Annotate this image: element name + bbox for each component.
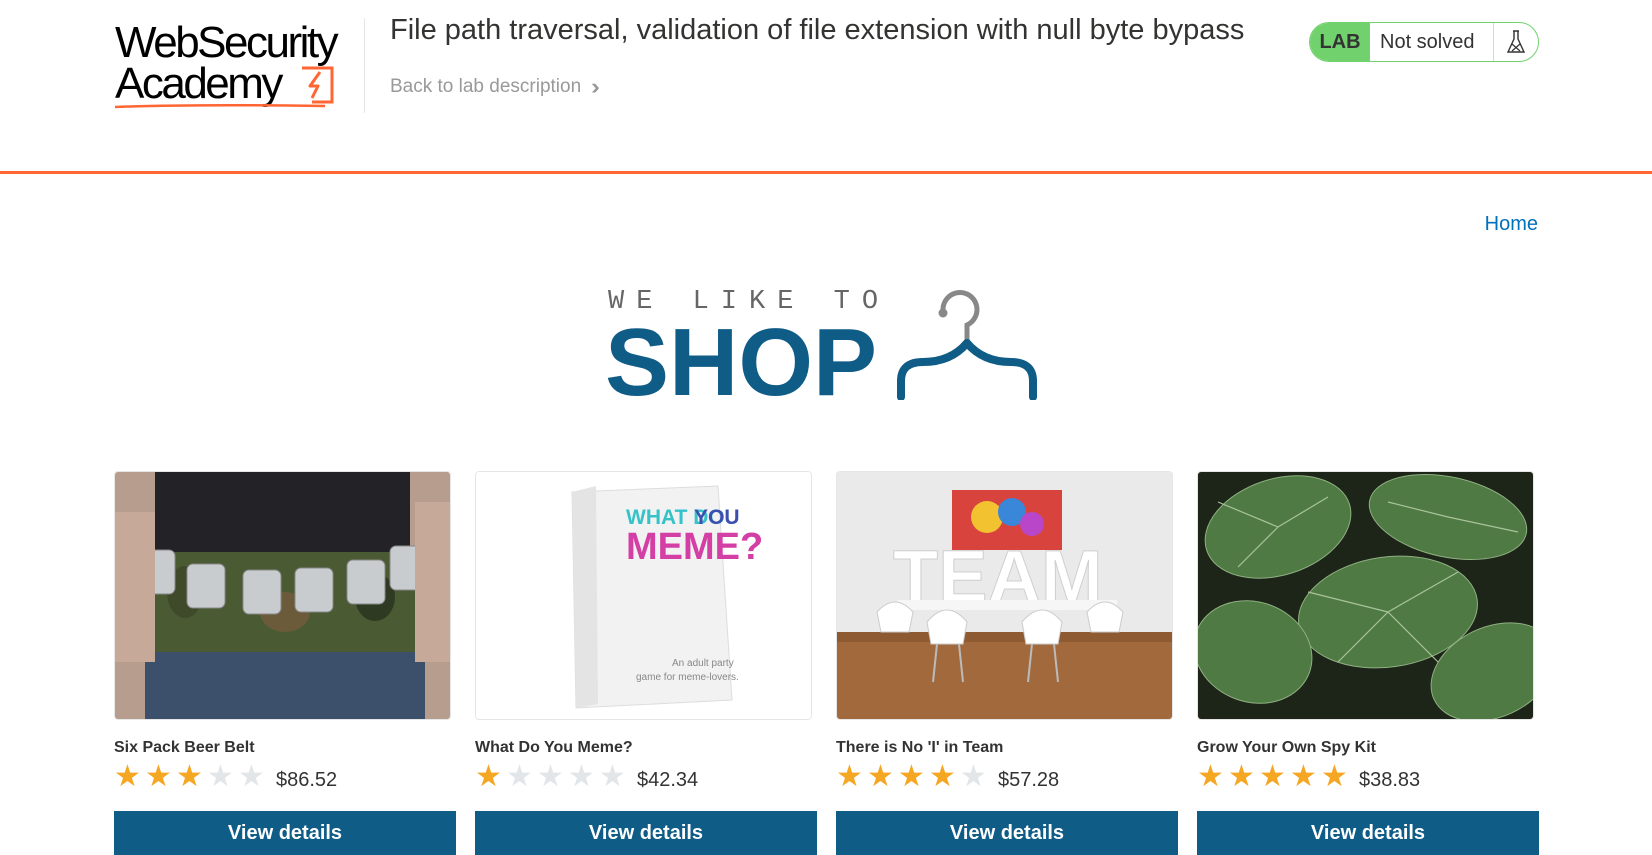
star-empty-icon: ★ <box>207 760 234 793</box>
star-filled-icon: ★ <box>1321 760 1348 793</box>
product-price: $38.83 <box>1359 768 1421 791</box>
star-filled-icon: ★ <box>145 760 172 793</box>
logo-text-line2: Academy <box>115 59 283 108</box>
view-details-button[interactable]: View details <box>114 811 456 855</box>
star-empty-icon: ★ <box>238 760 265 793</box>
flask-icon[interactable] <box>1494 23 1538 61</box>
product-image-meme-game[interactable]: WHAT DO YOU MEME? An adult party game fo… <box>475 471 812 720</box>
view-details-button[interactable]: View details <box>1197 811 1539 855</box>
star-filled-icon: ★ <box>898 760 925 793</box>
star-empty-icon: ★ <box>506 760 533 793</box>
star-empty-icon: ★ <box>537 760 564 793</box>
star-empty-icon: ★ <box>960 760 987 793</box>
lab-title: File path traversal, validation of file … <box>390 14 1245 46</box>
product-image-spy-kit-leaves[interactable] <box>1197 471 1534 720</box>
star-filled-icon: ★ <box>114 760 141 793</box>
meme-box-caption1: An adult party <box>672 658 734 669</box>
product-name[interactable]: What Do You Meme? <box>475 739 633 757</box>
lab-header: WebSecurity Academy File path traversal,… <box>0 0 1652 174</box>
product-rating: ★ ★ ★ ★ ★ $57.28 <box>836 762 1059 792</box>
double-chevron-right-icon: ›› <box>591 74 599 99</box>
logo-underline-icon <box>115 103 326 109</box>
product-rating: ★ ★ ★ ★ ★ $42.34 <box>475 762 698 792</box>
star-filled-icon: ★ <box>836 760 863 793</box>
meme-box-line2: MEME? <box>626 526 763 568</box>
web-security-academy-logo[interactable]: WebSecurity Academy <box>115 18 365 113</box>
view-details-button[interactable]: View details <box>475 811 817 855</box>
lab-badge: LAB <box>1310 23 1370 61</box>
star-filled-icon: ★ <box>176 760 203 793</box>
product-price: $42.34 <box>637 768 699 791</box>
banner-title: SHOP <box>605 309 878 416</box>
star-empty-icon: ★ <box>568 760 595 793</box>
star-filled-icon: ★ <box>1290 760 1317 793</box>
star-filled-icon: ★ <box>1197 760 1224 793</box>
product-rating: ★ ★ ★ ★ ★ $38.83 <box>1197 762 1420 792</box>
product-price: $86.52 <box>276 768 338 791</box>
meme-box-caption2: game for meme-lovers. <box>636 672 739 683</box>
product-rating: ★ ★ ★ ★ ★ $86.52 <box>114 762 337 792</box>
product-name[interactable]: There is No 'I' in Team <box>836 739 1003 757</box>
product-image-beer-belt[interactable] <box>114 471 451 720</box>
lab-status-widget: LAB Not solved <box>1309 22 1539 62</box>
back-to-lab-description-link[interactable]: Back to lab description ›› <box>390 74 599 100</box>
star-filled-icon: ★ <box>475 760 502 793</box>
logo-bolt-icon <box>302 66 334 104</box>
product-image-team-room[interactable]: TEAM <box>836 471 1173 720</box>
star-filled-icon: ★ <box>1228 760 1255 793</box>
hanger-icon <box>897 290 1037 400</box>
product-name[interactable]: Six Pack Beer Belt <box>114 739 255 757</box>
shop-banner: WE LIKE TO SHOP <box>605 285 1045 416</box>
star-empty-icon: ★ <box>599 760 626 793</box>
product-name[interactable]: Grow Your Own Spy Kit <box>1197 739 1376 757</box>
back-link-label: Back to lab description <box>390 76 582 97</box>
home-link[interactable]: Home <box>1485 213 1538 236</box>
view-details-button[interactable]: View details <box>836 811 1178 855</box>
lab-status-text: Not solved <box>1370 23 1494 61</box>
star-filled-icon: ★ <box>929 760 956 793</box>
star-filled-icon: ★ <box>1259 760 1286 793</box>
star-filled-icon: ★ <box>867 760 894 793</box>
product-price: $57.28 <box>998 768 1060 791</box>
